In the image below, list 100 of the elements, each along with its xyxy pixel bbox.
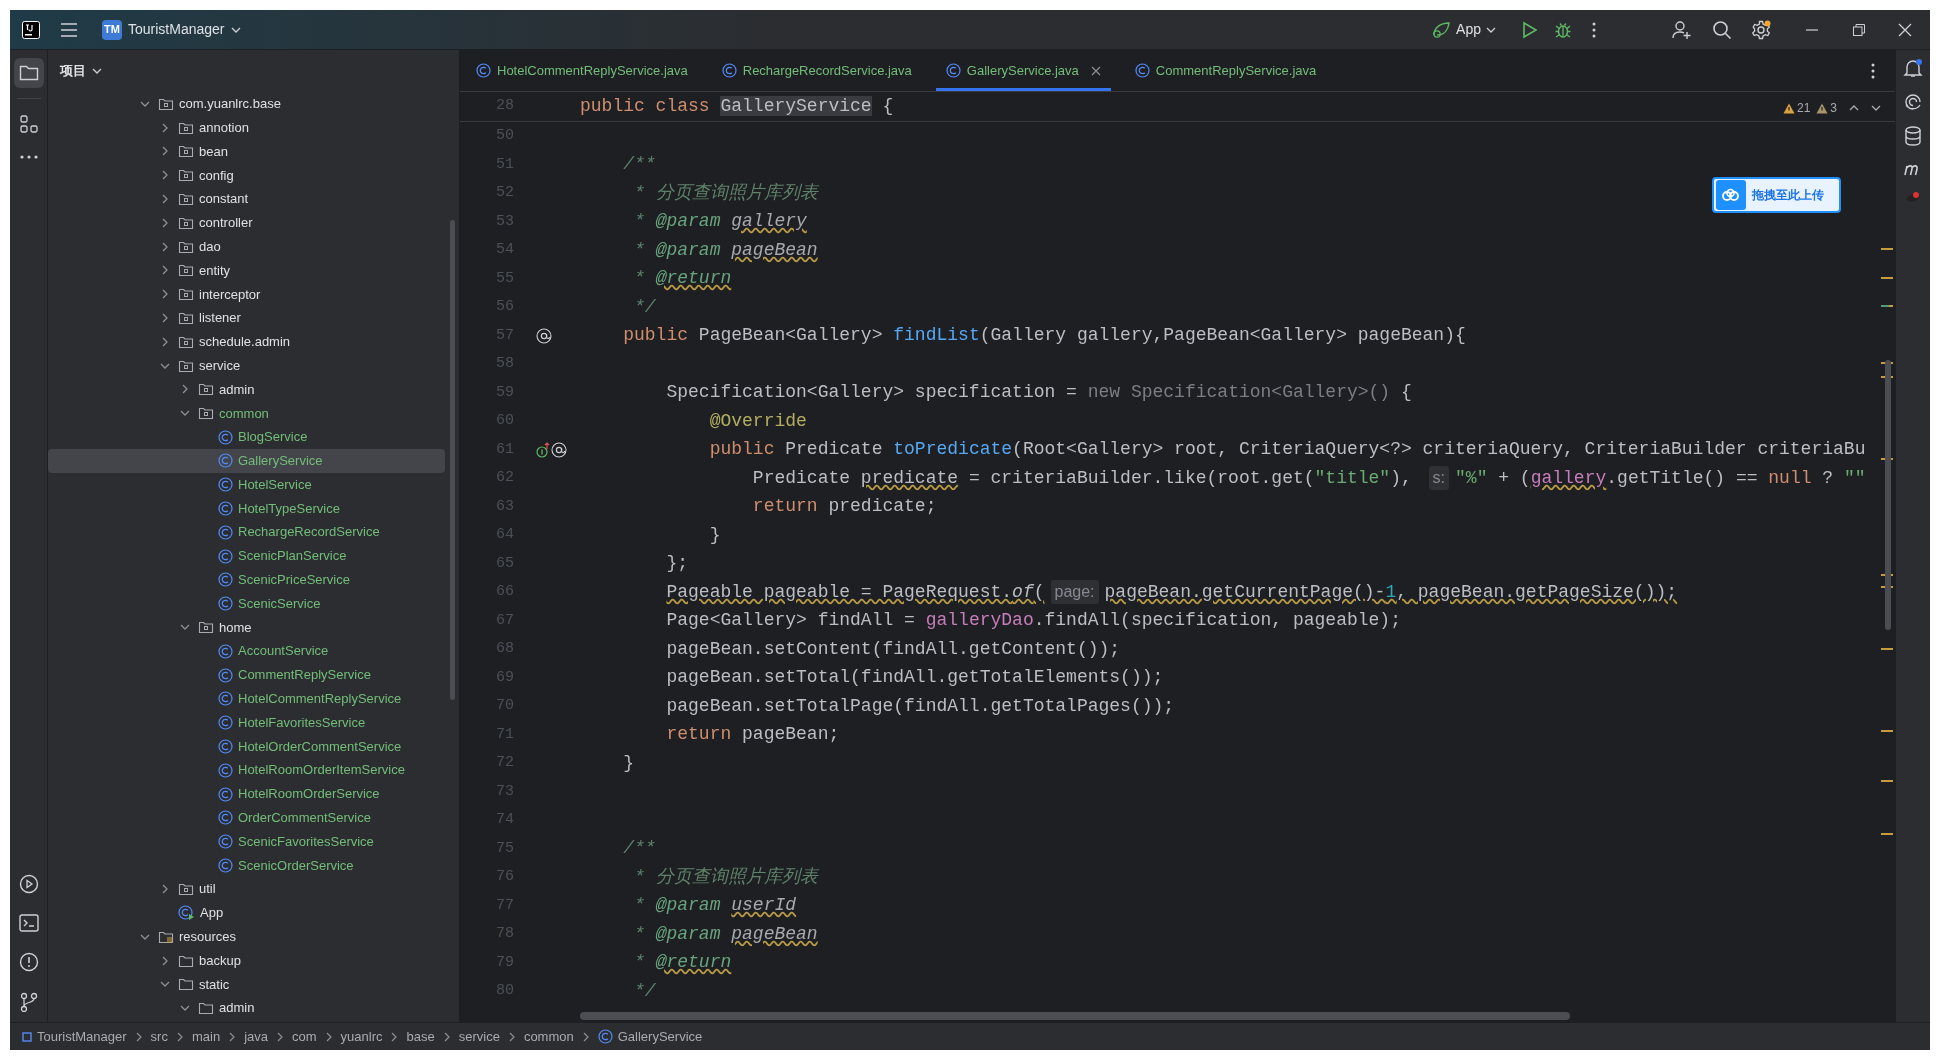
tree-item[interactable]: static [48, 972, 445, 997]
tree-item[interactable]: resources [48, 924, 445, 949]
plugin-icon[interactable] [1904, 190, 1922, 204]
upload-button[interactable]: 拖拽至此上传 [1712, 177, 1841, 213]
git-branch-icon[interactable] [19, 992, 38, 1012]
project-tool-button[interactable] [13, 58, 44, 88]
tree-item[interactable]: bean [48, 139, 445, 164]
tree-item[interactable]: App [48, 901, 445, 925]
breadcrumb-link[interactable]: java [244, 1026, 268, 1047]
restore-icon[interactable] [1853, 23, 1865, 36]
search-icon[interactable] [1712, 19, 1732, 40]
editor-tab[interactable]: CommentReplyService.java [1124, 50, 1327, 91]
tree-item[interactable]: home [48, 615, 445, 640]
tree-item[interactable]: HotelTypeService [48, 496, 445, 521]
notification-bell-icon[interactable] [1903, 58, 1923, 78]
editor-tab[interactable]: RechargeRecordService.java [711, 50, 922, 91]
chevron-right-icon[interactable] [160, 313, 170, 324]
close-icon[interactable] [1090, 65, 1101, 76]
chevron-right-icon[interactable] [160, 241, 170, 252]
project-switcher[interactable]: TM TouristManager [98, 15, 245, 44]
chevron-right-icon[interactable] [160, 884, 170, 895]
tree-item[interactable]: backup [48, 948, 445, 973]
tree-item[interactable]: ScenicService [48, 591, 445, 616]
tree-item[interactable]: config [48, 163, 445, 188]
menu-icon[interactable] [60, 21, 78, 38]
tree-item[interactable]: HotelRoomOrderItemService [48, 758, 445, 783]
tree-item[interactable]: RechargeRecordService [48, 520, 445, 545]
tree-item[interactable]: HotelService [48, 472, 445, 497]
tree-item[interactable]: common [48, 401, 445, 426]
tree-item[interactable]: com.yuanlrc.base [48, 92, 445, 116]
tree-item[interactable]: BlogService [48, 425, 445, 449]
tree-item[interactable]: service [48, 353, 445, 378]
chevron-up-icon[interactable] [1849, 103, 1859, 113]
chevron-right-icon[interactable] [160, 146, 170, 157]
chevron-right-icon[interactable] [160, 194, 170, 205]
chevron-right-icon[interactable] [160, 265, 170, 276]
close-icon[interactable] [1898, 22, 1912, 37]
scrollbar-thumb[interactable] [580, 1012, 1570, 1020]
editor-tab[interactable]: HotelCommentReplyService.java [466, 50, 698, 91]
tree-item[interactable]: dao [48, 234, 445, 259]
scrollbar-thumb[interactable] [1885, 360, 1891, 630]
chevron-right-icon[interactable] [180, 384, 190, 395]
settings-icon[interactable] [1751, 19, 1771, 40]
breadcrumb-link[interactable]: yuanlrc [340, 1026, 383, 1047]
run-configuration-selector[interactable]: App [1427, 15, 1500, 44]
scrollbar-thumb[interactable] [450, 220, 455, 700]
chevron-right-icon[interactable] [160, 217, 170, 228]
breadcrumb-link[interactable]: base [406, 1026, 435, 1047]
tree-item[interactable]: interceptor [48, 282, 445, 307]
tree-item[interactable]: CommentReplyService [48, 663, 445, 687]
run-icon[interactable] [18, 874, 39, 894]
warning-count[interactable]: 21 [1782, 99, 1811, 117]
tree-item[interactable]: schedule.admin [48, 329, 445, 354]
tree-item[interactable]: ScenicOrderService [48, 853, 445, 878]
project-view-selector[interactable]: 项目 [60, 61, 102, 81]
add-user-icon[interactable] [1672, 19, 1692, 40]
run-icon[interactable] [1522, 20, 1538, 39]
tree-item[interactable]: entity [48, 258, 445, 283]
bug-icon[interactable] [1554, 20, 1572, 39]
override-arrow-icon[interactable] [536, 441, 550, 458]
database-icon[interactable] [1904, 126, 1922, 146]
tree-item[interactable]: ScenicPriceService [48, 567, 445, 592]
app-logo-icon[interactable] [22, 20, 40, 39]
tree-item[interactable]: ScenicFavoritesService [48, 829, 445, 854]
tree-item[interactable]: admin [48, 996, 445, 1021]
tree-item[interactable]: controller [48, 211, 445, 235]
breadcrumb-link[interactable]: TouristManager [22, 1026, 127, 1047]
terminal-icon[interactable] [18, 914, 39, 932]
breadcrumb-link[interactable]: service [458, 1026, 500, 1047]
tree-item[interactable]: listener [48, 306, 445, 330]
tree-item[interactable]: ScenicPlanService [48, 544, 445, 568]
spiral-icon[interactable] [1903, 92, 1923, 112]
tree-item[interactable]: HotelOrderCommentService [48, 734, 445, 759]
chevron-down-icon[interactable] [1871, 103, 1881, 113]
tree-item[interactable]: admin [48, 377, 445, 402]
tree-item[interactable]: util [48, 877, 445, 902]
structure-icon[interactable] [19, 115, 38, 133]
chevron-right-icon[interactable] [160, 336, 170, 347]
tree-item[interactable]: AccountService [48, 639, 445, 664]
tree-item[interactable]: GalleryService [48, 448, 445, 473]
tree-item[interactable]: HotelFavoritesService [48, 710, 445, 735]
tree-item[interactable]: HotelRoomOrderService [48, 782, 445, 806]
tree-item[interactable]: constant [48, 187, 445, 211]
weak-warning-count[interactable]: 3 [1816, 99, 1837, 117]
at-sign-icon[interactable] [536, 327, 552, 344]
breadcrumb-link[interactable]: GalleryService [597, 1026, 703, 1047]
chevron-right-icon[interactable] [160, 955, 170, 966]
editor-tab[interactable]: GalleryService.java [935, 50, 1111, 91]
breadcrumb-link[interactable]: common [523, 1026, 574, 1047]
more-horizontal-icon[interactable] [19, 155, 38, 159]
tree-item[interactable]: annotion [48, 115, 445, 140]
more-vertical-icon[interactable] [1871, 62, 1875, 79]
tree-item[interactable]: OrderCommentService [48, 805, 445, 830]
breadcrumb-link[interactable]: src [150, 1026, 168, 1047]
breadcrumb-link[interactable]: main [191, 1026, 221, 1047]
at-sign-icon[interactable] [551, 441, 567, 458]
chevron-right-icon[interactable] [160, 289, 170, 300]
chevron-right-icon[interactable] [160, 170, 170, 181]
problems-icon[interactable] [18, 952, 39, 972]
chevron-right-icon[interactable] [160, 122, 170, 133]
